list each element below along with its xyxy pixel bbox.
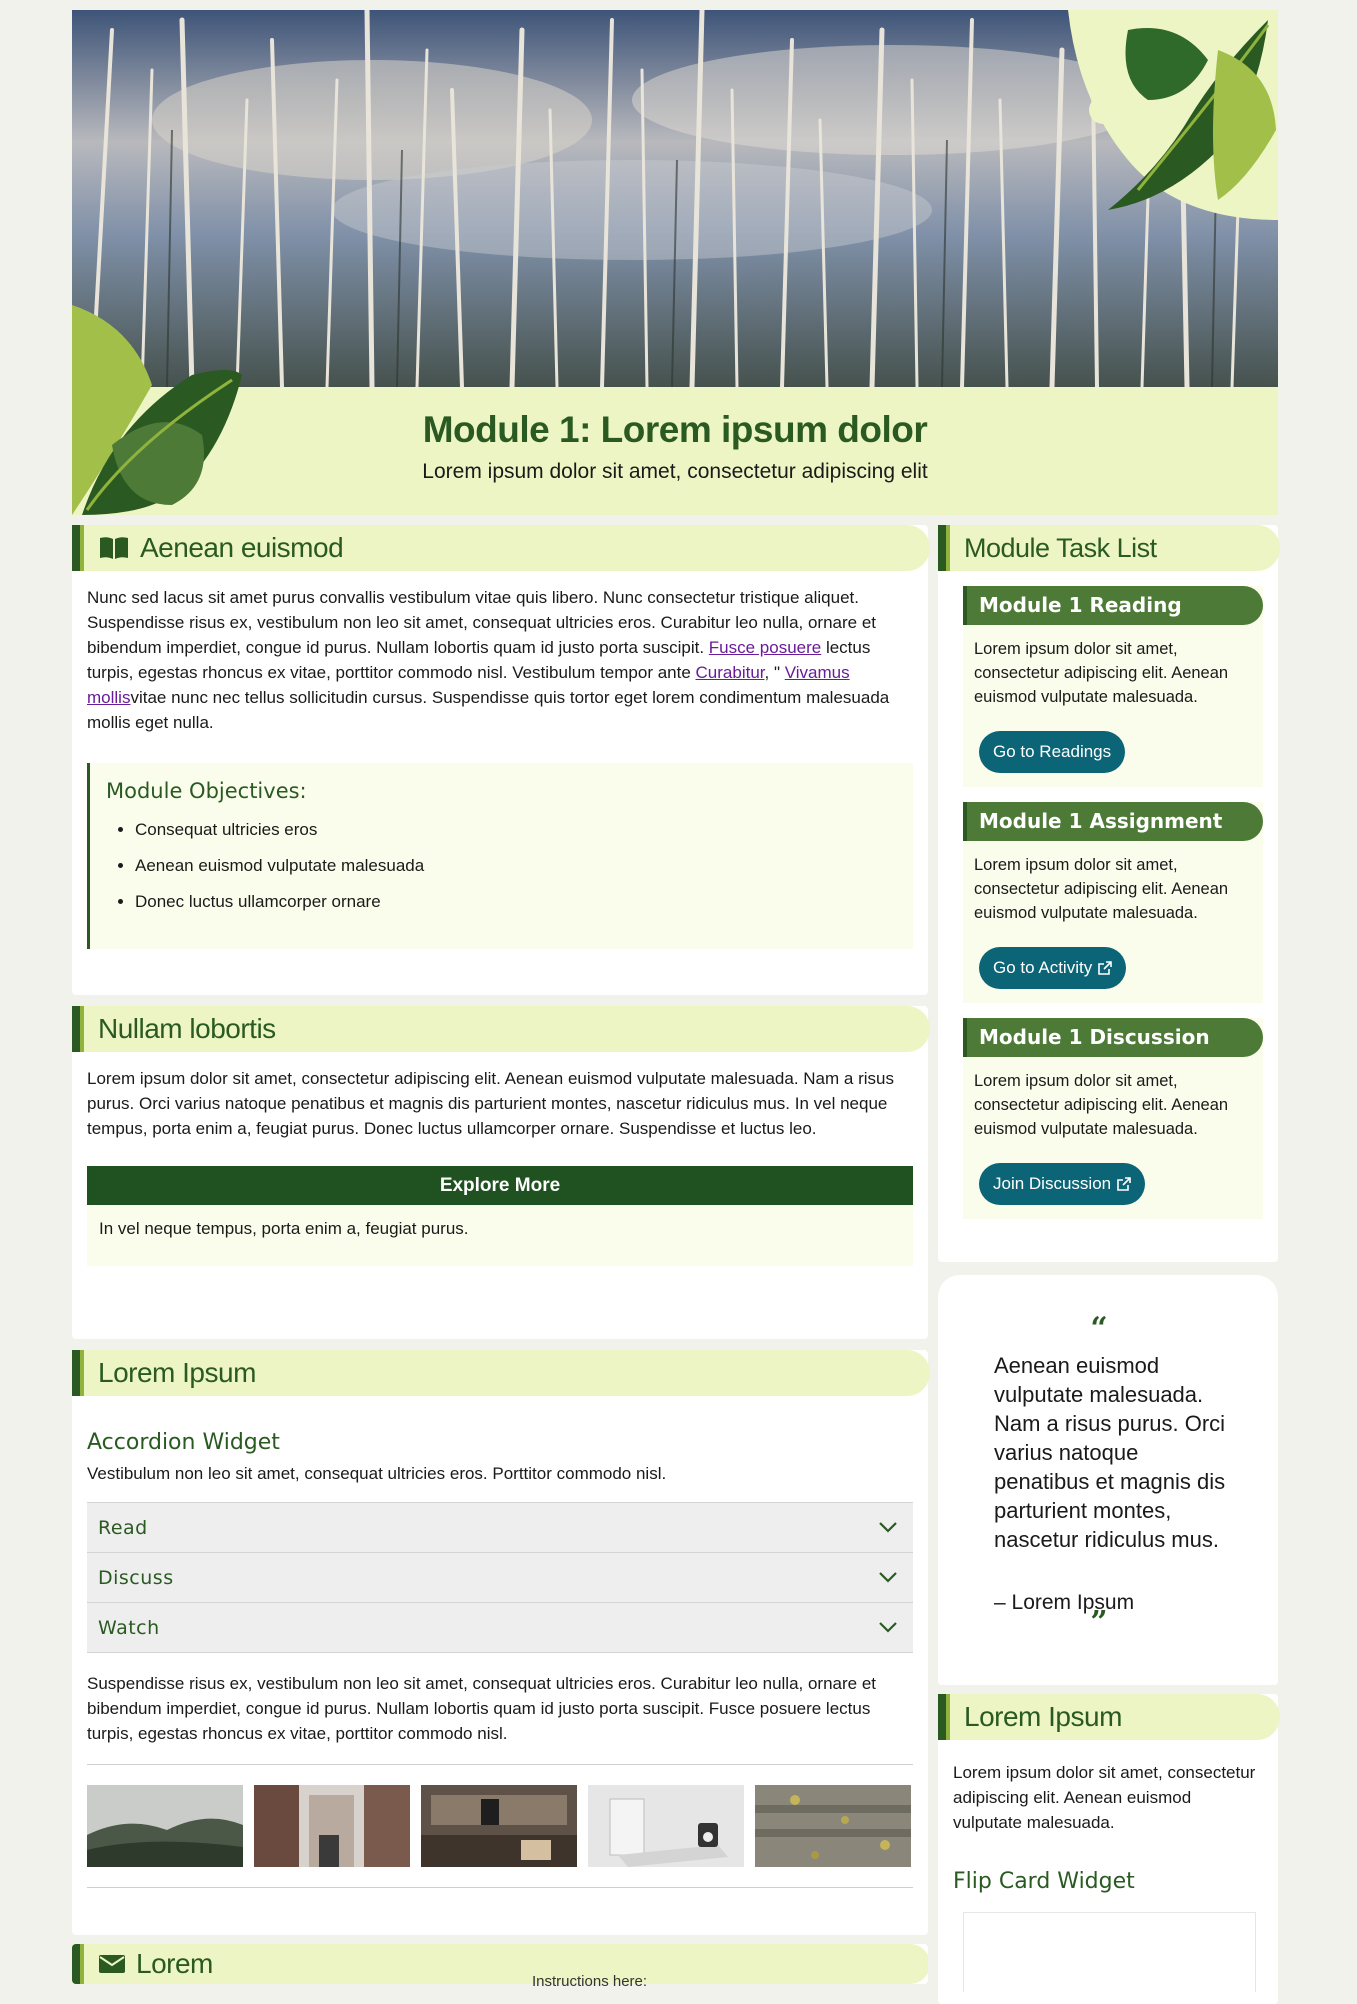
task-reading: Module 1 Reading Lorem ipsum dolor sit a… <box>963 586 1263 787</box>
flip-card[interactable] <box>963 1912 1256 1992</box>
explore-more-box: Explore More In vel neque tempus, porta … <box>87 1166 913 1266</box>
external-link-icon <box>1098 961 1113 975</box>
objectives-list: Consequat ultricies eros Aenean euismod … <box>106 819 897 912</box>
link-curabitur[interactable]: Curabitur <box>696 663 765 682</box>
quote-open-icon: “ <box>1090 1311 1108 1346</box>
objective-item: Consequat ultricies eros <box>135 819 897 840</box>
quote-text: Aenean euismod vulputate malesuada. Nam … <box>994 1353 1226 1552</box>
chevron-down-icon <box>879 1522 897 1533</box>
section-title: Lorem Ipsum <box>964 1701 1122 1732</box>
section-header: Lorem Ipsum <box>938 1694 1280 1740</box>
accordion-item-discuss[interactable]: Discuss <box>87 1553 913 1603</box>
accordion-item-label: Discuss <box>98 1566 174 1589</box>
explore-more-text: In vel neque tempus, porta enim a, feugi… <box>99 1219 469 1238</box>
button-label: Join Discussion <box>993 1174 1112 1193</box>
external-link-icon <box>1117 1177 1131 1191</box>
section-paragraph: Nunc sed lacus sit amet purus convallis … <box>72 571 928 735</box>
task-description: Lorem ipsum dolor sit amet, consectetur … <box>974 640 1229 706</box>
quote-card: “ Aenean euismod vulputate malesuada. Na… <box>938 1275 1278 1685</box>
task-description: Lorem ipsum dolor sit amet, consectetur … <box>974 856 1229 922</box>
chevron-down-icon <box>879 1622 897 1633</box>
section-aenean-euismod: Aenean euismod Nunc sed lacus sit amet p… <box>72 525 930 995</box>
section-nullam-lobortis: Nullam lobortis Lorem ipsum dolor sit am… <box>72 1006 930 1339</box>
objective-item: Donec luctus ullamcorper ornare <box>135 891 897 912</box>
accordion-item-label: Read <box>98 1516 148 1539</box>
section-header: Aenean euismod <box>72 525 930 571</box>
section-header: Nullam lobortis <box>72 1006 930 1052</box>
image-gallery <box>87 1764 913 1888</box>
objective-item: Aenean euismod vulputate malesuada <box>135 855 897 876</box>
leaf-decoration-top-right <box>1068 10 1278 220</box>
section-paragraph: Lorem ipsum dolor sit amet, consectetur … <box>953 1763 1256 1832</box>
task-title: Module 1 Reading <box>963 586 1263 625</box>
accordion-item-watch[interactable]: Watch <box>87 1603 913 1653</box>
go-to-readings-button[interactable]: Go to Readings <box>979 731 1126 773</box>
envelope-icon <box>98 1953 126 1975</box>
section-header: Lorem <box>72 1944 928 1984</box>
task-title: Module 1 Discussion <box>963 1018 1263 1057</box>
task-list-title: Module Task List <box>964 532 1157 563</box>
gallery-image-device[interactable] <box>588 1785 744 1867</box>
instructions-text: Instructions here: <box>532 1973 648 1990</box>
link-fusce-posuere[interactable]: Fusce posuere <box>709 638 821 657</box>
section-paragraph: Lorem ipsum dolor sit amet, consectetur … <box>87 1069 894 1138</box>
section-title: Aenean euismod <box>140 532 344 563</box>
flip-card-title: Flip Card Widget <box>953 1869 1135 1894</box>
page: Module 1: Lorem ipsum dolor Lorem ipsum … <box>72 10 1280 2004</box>
explore-more-header: Explore More <box>87 1166 913 1205</box>
section-title: Lorem Ipsum <box>98 1357 256 1388</box>
task-description: Lorem ipsum dolor sit amet, consectetur … <box>974 1072 1229 1138</box>
quote-close-icon: ” <box>1090 1605 1108 1640</box>
accordion-intro: Vestibulum non leo sit amet, consequat u… <box>87 1464 667 1483</box>
accordion-item-read[interactable]: Read <box>87 1503 913 1553</box>
accordion-title: Accordion Widget <box>87 1430 280 1455</box>
banner-title-area: Module 1: Lorem ipsum dolor Lorem ipsum … <box>72 387 1278 515</box>
gallery-image-street[interactable] <box>254 1785 410 1867</box>
button-label: Go to Readings <box>993 742 1112 761</box>
page-title: Module 1: Lorem ipsum dolor <box>422 409 928 450</box>
section-paragraph: Suspendisse risus ex, vestibulum non leo… <box>87 1674 877 1743</box>
gallery-image-shop[interactable] <box>421 1785 577 1867</box>
gallery-image-ground[interactable] <box>755 1785 911 1867</box>
main-column: Aenean euismod Nunc sed lacus sit amet p… <box>72 525 930 1984</box>
section-lorem-contact: Lorem <box>72 1944 928 1984</box>
gallery-image-cliffs[interactable] <box>87 1785 243 1867</box>
section-header: Lorem Ipsum <box>72 1350 930 1396</box>
leaf-decoration-bottom-left <box>72 305 242 515</box>
book-icon <box>98 535 130 561</box>
paragraph-text: vitae nunc nec tellus sollicitudin cursu… <box>87 688 890 732</box>
paragraph-text: , " <box>764 663 785 682</box>
accordion: Read Discuss Watch <box>87 1502 913 1653</box>
accordion-item-label: Watch <box>98 1616 160 1639</box>
page-subtitle: Lorem ipsum dolor sit amet, consectetur … <box>422 460 928 483</box>
go-to-activity-button[interactable]: Go to Activity <box>979 947 1127 989</box>
section-title: Lorem <box>136 1948 213 1979</box>
section-title: Nullam lobortis <box>98 1013 276 1044</box>
join-discussion-button[interactable]: Join Discussion <box>979 1163 1146 1205</box>
sidebar: Module Task List Module 1 Reading Lorem … <box>938 525 1280 2004</box>
section-lorem-ipsum: Lorem Ipsum Accordion Widget Vestibulum … <box>72 1350 930 1935</box>
sidebar-lorem-ipsum: Lorem Ipsum Lorem ipsum dolor sit amet, … <box>938 1694 1280 2004</box>
objectives-title: Module Objectives: <box>106 779 307 803</box>
task-title: Module 1 Assignment <box>963 802 1263 841</box>
section-header: Module Task List <box>938 525 1280 571</box>
task-assignment: Module 1 Assignment Lorem ipsum dolor si… <box>963 802 1263 1003</box>
button-label: Go to Activity <box>993 958 1093 977</box>
banner: Module 1: Lorem ipsum dolor Lorem ipsum … <box>72 10 1278 515</box>
task-discussion: Module 1 Discussion Lorem ipsum dolor si… <box>963 1018 1263 1219</box>
module-objectives: Module Objectives: Consequat ultricies e… <box>87 763 913 949</box>
task-list-card: Module Task List Module 1 Reading Lorem … <box>938 525 1280 1262</box>
chevron-down-icon <box>879 1572 897 1583</box>
